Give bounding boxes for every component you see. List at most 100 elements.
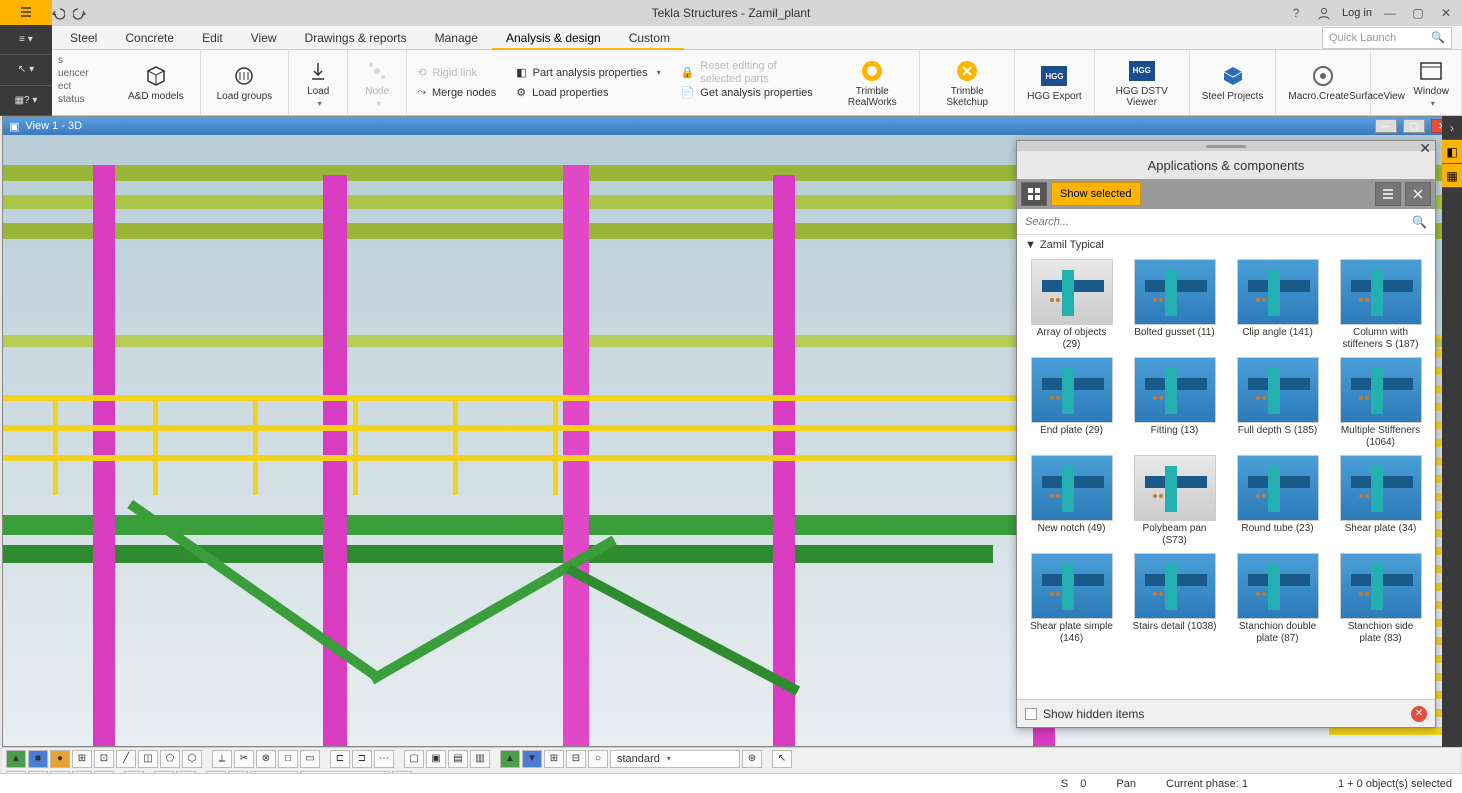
rail-arrow-button[interactable]: ↖ ▾	[0, 55, 52, 85]
show-hidden-checkbox[interactable]	[1025, 708, 1037, 720]
snap-19[interactable]: ▣	[426, 750, 446, 768]
component-item[interactable]: Polybeam pan (S73)	[1128, 455, 1221, 547]
snap-24[interactable]: ⊞	[544, 750, 564, 768]
component-item[interactable]: Stanchion side plate (83)	[1334, 553, 1427, 645]
view-minimize-icon[interactable]: —	[1375, 119, 1397, 133]
undo-icon[interactable]	[50, 5, 66, 21]
snap-22[interactable]: ▲	[500, 750, 520, 768]
rail-help-button[interactable]: ▦? ▾	[0, 86, 52, 116]
component-item[interactable]: Stanchion double plate (87)	[1231, 553, 1324, 645]
menu-edit[interactable]: Edit	[188, 26, 237, 50]
snap-4[interactable]: ⊞	[72, 750, 92, 768]
merge-nodes-button[interactable]: ⤳Merge nodes	[413, 84, 500, 102]
redo-icon[interactable]	[72, 5, 88, 21]
view-maximize-icon[interactable]: ▢	[1403, 119, 1425, 133]
search-input[interactable]	[1025, 216, 1412, 228]
maximize-icon[interactable]: ▢	[1408, 5, 1428, 21]
snap-1[interactable]: ▲	[6, 750, 26, 768]
rail-menu-icon[interactable]	[0, 0, 52, 25]
menu-drawings[interactable]: Drawings & reports	[291, 26, 421, 50]
grid-view-icon[interactable]	[1021, 182, 1047, 206]
menu-concrete[interactable]: Concrete	[111, 26, 188, 50]
load-groups-button[interactable]: Load groups	[211, 61, 279, 104]
menu-analysis[interactable]: Analysis & design	[492, 26, 615, 50]
component-item[interactable]: Fitting (13)	[1128, 357, 1221, 449]
snap-8[interactable]: ⬠	[160, 750, 180, 768]
trimble-realworks-button[interactable]: Trimble RealWorks	[831, 56, 913, 110]
menu-view[interactable]: View	[237, 26, 291, 50]
snap-7[interactable]: ◫	[138, 750, 158, 768]
panel-search[interactable]: 🔍	[1017, 209, 1435, 235]
snap-2[interactable]: ■	[28, 750, 48, 768]
component-item[interactable]: Full depth S (185)	[1231, 357, 1324, 449]
minimize-icon[interactable]: —	[1380, 5, 1400, 21]
component-item[interactable]: Bolted gusset (11)	[1128, 259, 1221, 351]
snap-16[interactable]: ⊐	[352, 750, 372, 768]
snap-26[interactable]: ○	[588, 750, 608, 768]
component-item[interactable]: Round tube (23)	[1231, 455, 1324, 547]
snap-11[interactable]: ✂	[234, 750, 254, 768]
standard-select[interactable]: standard	[610, 750, 740, 768]
trimble-sketchup-button[interactable]: Trimble Sketchup	[926, 56, 1008, 110]
rigid-link-button[interactable]: ⟲Rigid link	[413, 64, 500, 82]
snap-12[interactable]: ⊗	[256, 750, 276, 768]
hgg-dstv-button[interactable]: HGGHGG DSTV Viewer	[1101, 56, 1183, 110]
snap-18[interactable]: ▢	[404, 750, 424, 768]
rr-expand-icon[interactable]: ›	[1442, 116, 1462, 140]
component-item[interactable]: Multiple Stiffeners (1064)	[1334, 357, 1427, 449]
component-item[interactable]: Column with stiffeners S (187)	[1334, 259, 1427, 351]
part-analysis-button[interactable]: ◧Part analysis properties	[512, 64, 664, 82]
snap-15[interactable]: ⊏	[330, 750, 350, 768]
panel-close-icon[interactable]: ✕	[1419, 140, 1431, 157]
help-icon[interactable]: ?	[1286, 5, 1306, 21]
snap-3[interactable]: ●	[50, 750, 70, 768]
menu-custom[interactable]: Custom	[615, 26, 684, 50]
snap-21[interactable]: ▥	[470, 750, 490, 768]
rail-menu-burger[interactable]: ≡ ▾	[0, 25, 52, 55]
snap-5[interactable]: ⊡	[94, 750, 114, 768]
component-item[interactable]: End plate (29)	[1025, 357, 1118, 449]
close-icon[interactable]: ✕	[1436, 5, 1456, 21]
snap-23[interactable]: ▼	[522, 750, 542, 768]
hgg-export-button[interactable]: HGGHGG Export	[1021, 61, 1087, 104]
reset-editing-button[interactable]: 🔒Reset editing of selected parts	[677, 64, 817, 82]
list-view-icon[interactable]	[1375, 182, 1401, 206]
component-item[interactable]: Array of objects (29)	[1025, 259, 1118, 351]
user-icon[interactable]	[1314, 5, 1334, 21]
view-window-header[interactable]: ▣ View 1 - 3D — ▢ ✕	[3, 117, 1459, 135]
rr-cube-icon[interactable]: ◧	[1442, 140, 1462, 164]
show-selected-button[interactable]: Show selected	[1051, 182, 1141, 206]
menu-manage[interactable]: Manage	[421, 26, 492, 50]
component-item[interactable]: New notch (49)	[1025, 455, 1118, 547]
cursor-button[interactable]: ↖	[772, 750, 792, 768]
snap-6[interactable]: ╱	[116, 750, 136, 768]
snap-14[interactable]: ▭	[300, 750, 320, 768]
collapse-icon[interactable]	[1405, 182, 1431, 206]
component-item[interactable]: Stairs detail (1038)	[1128, 553, 1221, 645]
snap-25[interactable]: ⊟	[566, 750, 586, 768]
node-button[interactable]: Node	[358, 56, 396, 110]
ad-models-button[interactable]: A&D models	[122, 61, 190, 104]
rr-grid-icon[interactable]: ▦	[1442, 164, 1462, 188]
snap-17[interactable]: ⋯	[374, 750, 394, 768]
snap-20[interactable]: ▤	[448, 750, 468, 768]
panel-grip[interactable]: ✕	[1017, 141, 1435, 151]
macro-surface-button[interactable]: Macro.CreateSurfaceView	[1282, 61, 1364, 104]
menu-steel[interactable]: Steel	[56, 26, 111, 50]
component-item[interactable]: Clip angle (141)	[1231, 259, 1324, 351]
snap-13[interactable]: □	[278, 750, 298, 768]
snap-27[interactable]: ⊛	[742, 750, 762, 768]
load-button[interactable]: Load	[299, 56, 337, 110]
quick-launch-input[interactable]: Quick Launch 🔍	[1322, 27, 1452, 49]
warning-icon[interactable]: ✕	[1411, 706, 1427, 722]
login-link[interactable]: Log in	[1342, 7, 1372, 19]
snap-10[interactable]: ⟂	[212, 750, 232, 768]
tree-header[interactable]: ▼ Zamil Typical	[1017, 235, 1435, 255]
get-analysis-button[interactable]: 📄Get analysis properties	[677, 84, 817, 102]
load-properties-button[interactable]: ⚙Load properties	[512, 84, 664, 102]
steel-projects-button[interactable]: Steel Projects	[1196, 61, 1270, 104]
window-button[interactable]: Window	[1407, 56, 1455, 110]
snap-9[interactable]: ⬡	[182, 750, 202, 768]
component-item[interactable]: Shear plate (34)	[1334, 455, 1427, 547]
component-item[interactable]: Shear plate simple (146)	[1025, 553, 1118, 645]
